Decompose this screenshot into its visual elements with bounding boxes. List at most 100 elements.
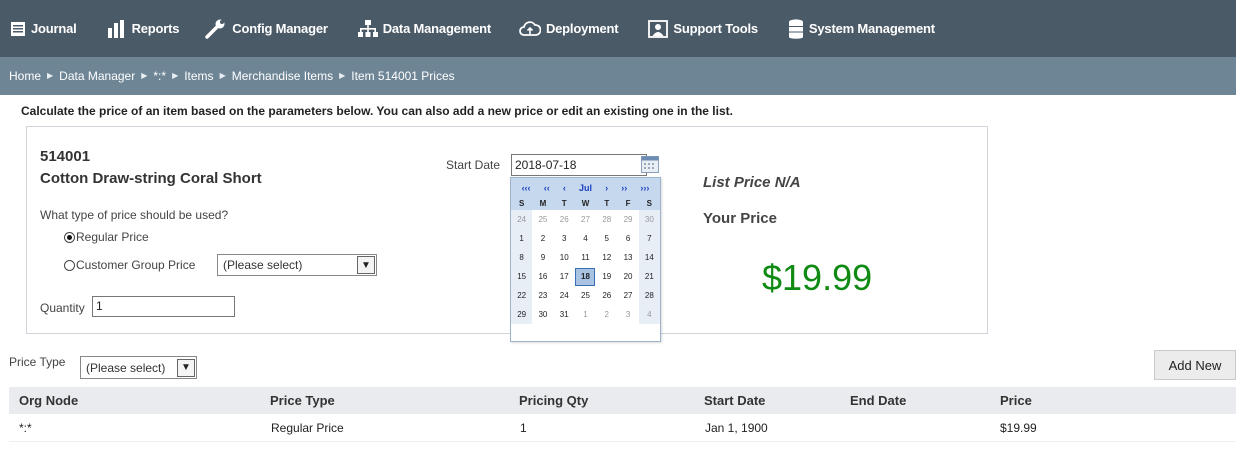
calendar-day[interactable]: 21 [638, 267, 660, 286]
regular-price-radio[interactable] [64, 231, 75, 243]
customer-group-select[interactable]: (Please select) ▼ [217, 254, 377, 276]
customer-group-price-radio[interactable] [64, 259, 75, 271]
breadcrumb-separator-icon: ▶ [219, 70, 226, 80]
calendar-day-label: 8 [519, 253, 524, 262]
nav-support-tools[interactable]: Support Tools [648, 0, 770, 57]
calendar-day[interactable]: 28 [638, 286, 660, 305]
nav-config-manager[interactable]: Config Manager [205, 0, 339, 57]
add-new-button[interactable]: Add New [1154, 350, 1236, 380]
table-row[interactable]: *:* Regular Price 1 Jan 1, 1900 $19.99 [9, 414, 1236, 442]
calendar-day[interactable]: 7 [638, 229, 660, 248]
next-quarter-button[interactable]: ›› [621, 183, 627, 193]
calendar-day-label: 22 [517, 291, 527, 300]
calendar-day[interactable]: 3 [554, 229, 575, 248]
calendar-day[interactable]: 25 [575, 286, 596, 305]
start-date-input[interactable]: 2018-07-18 [511, 154, 647, 176]
prev-month-button[interactable]: ‹ [563, 183, 566, 193]
calendar-day[interactable]: 24 [511, 210, 533, 229]
calendar-day[interactable]: 20 [617, 267, 638, 286]
calendar-day[interactable]: 27 [575, 210, 596, 229]
calendar-day-label: 1 [519, 234, 524, 243]
calendar-day[interactable]: 9 [532, 248, 553, 267]
column-header-end-date[interactable]: End Date [850, 387, 906, 414]
next-year-button[interactable]: ››› [640, 183, 649, 193]
breadcrumb-data-manager[interactable]: Data Manager [59, 69, 135, 83]
calendar-day[interactable]: 23 [532, 286, 553, 305]
nav-data-management[interactable]: Data Management [357, 0, 503, 57]
calendar-day[interactable]: 19 [596, 267, 617, 286]
price-type-filter-value: (Please select) [86, 360, 166, 375]
next-month-button[interactable]: › [605, 183, 608, 193]
calendar-day[interactable]: 12 [596, 248, 617, 267]
calendar-day[interactable]: 1 [511, 229, 533, 248]
column-header-pricing-qty[interactable]: Pricing Qty [519, 387, 588, 414]
calendar-day[interactable]: 6 [617, 229, 638, 248]
calendar-day[interactable]: 10 [554, 248, 575, 267]
calendar-day[interactable]: 26 [596, 286, 617, 305]
calendar-day-label: 31 [559, 310, 569, 319]
calendar-day[interactable]: 31 [554, 305, 575, 324]
breadcrumb-merchandise-items[interactable]: Merchandise Items [232, 69, 333, 83]
calendar-day-label: 11 [581, 253, 590, 262]
calendar-day[interactable]: 4 [638, 305, 660, 324]
calendar-day[interactable]: 3 [617, 305, 638, 324]
calendar-day-label: 14 [644, 253, 654, 262]
nav-deployment[interactable]: Deployment [519, 0, 630, 57]
nav-journal[interactable]: Journal [10, 0, 89, 57]
calendar-day[interactable]: 4 [575, 229, 596, 248]
calendar-day[interactable]: 27 [617, 286, 638, 305]
calendar-day[interactable]: 16 [532, 267, 553, 286]
calendar-day[interactable]: 11 [575, 248, 596, 267]
customer-group-price-option[interactable]: Customer Group Price [64, 258, 195, 272]
calendar-day-label: 5 [604, 234, 609, 243]
calendar-day[interactable]: 29 [511, 305, 533, 324]
breadcrumb-org-node[interactable]: *:* [153, 69, 166, 83]
calendar-day[interactable]: 29 [617, 210, 638, 229]
calendar-day-label: 30 [538, 310, 548, 319]
nav-system-management[interactable]: System Management [788, 0, 947, 57]
calendar-day[interactable]: 30 [638, 210, 660, 229]
column-header-start-date[interactable]: Start Date [704, 387, 765, 414]
quantity-input[interactable]: 1 [92, 296, 235, 317]
calendar-day[interactable]: 8 [511, 248, 533, 267]
quantity-label: Quantity [40, 301, 85, 315]
weekday-label: T [604, 199, 610, 208]
list-price: List Price N/A [703, 174, 801, 191]
calendar-day[interactable]: 2 [532, 229, 553, 248]
calendar-icon[interactable] [641, 156, 659, 173]
current-month-label[interactable]: Jul [579, 183, 592, 193]
calendar-day[interactable]: 25 [532, 210, 553, 229]
prev-quarter-button[interactable]: ‹‹ [544, 183, 550, 193]
calendar-day[interactable]: 17 [554, 267, 575, 286]
regular-price-label: Regular Price [76, 230, 149, 244]
breadcrumb-home[interactable]: Home [9, 69, 41, 83]
calendar-day-label: 28 [602, 215, 612, 224]
calendar-day[interactable]: 15 [511, 267, 533, 286]
calendar-day-label: 13 [623, 253, 633, 262]
calendar-day[interactable]: 30 [532, 305, 553, 324]
calendar-day[interactable]: 22 [511, 286, 533, 305]
prev-year-button[interactable]: ‹‹‹ [522, 183, 531, 193]
regular-price-option[interactable]: Regular Price [64, 230, 149, 244]
column-header-price-type[interactable]: Price Type [270, 387, 335, 414]
column-header-org-node[interactable]: Org Node [19, 387, 78, 414]
calendar-day[interactable]: 13 [617, 248, 638, 267]
calendar-day[interactable]: 14 [638, 248, 660, 267]
calendar-day[interactable]: 5 [596, 229, 617, 248]
calendar-day-label: 23 [538, 291, 548, 300]
calendar-day-label: 20 [623, 272, 633, 281]
calendar-day[interactable]: 1 [575, 305, 596, 324]
cell-org-node: *:* [19, 420, 32, 435]
calendar-day-label: 2 [604, 310, 609, 319]
calendar-day[interactable]: 18 [575, 267, 596, 286]
calendar-day[interactable]: 28 [596, 210, 617, 229]
nav-reports[interactable]: Reports [107, 0, 192, 57]
calendar-day[interactable]: 24 [554, 286, 575, 305]
price-calculator-panel: 514001 Cotton Draw-string Coral Short Wh… [26, 126, 988, 334]
column-header-price[interactable]: Price [1000, 387, 1032, 414]
customer-group-select-value: (Please select) [223, 258, 303, 272]
calendar-day[interactable]: 2 [596, 305, 617, 324]
price-type-filter-select[interactable]: (Please select) ▼ [80, 356, 197, 379]
breadcrumb-items[interactable]: Items [184, 69, 213, 83]
calendar-day[interactable]: 26 [554, 210, 575, 229]
